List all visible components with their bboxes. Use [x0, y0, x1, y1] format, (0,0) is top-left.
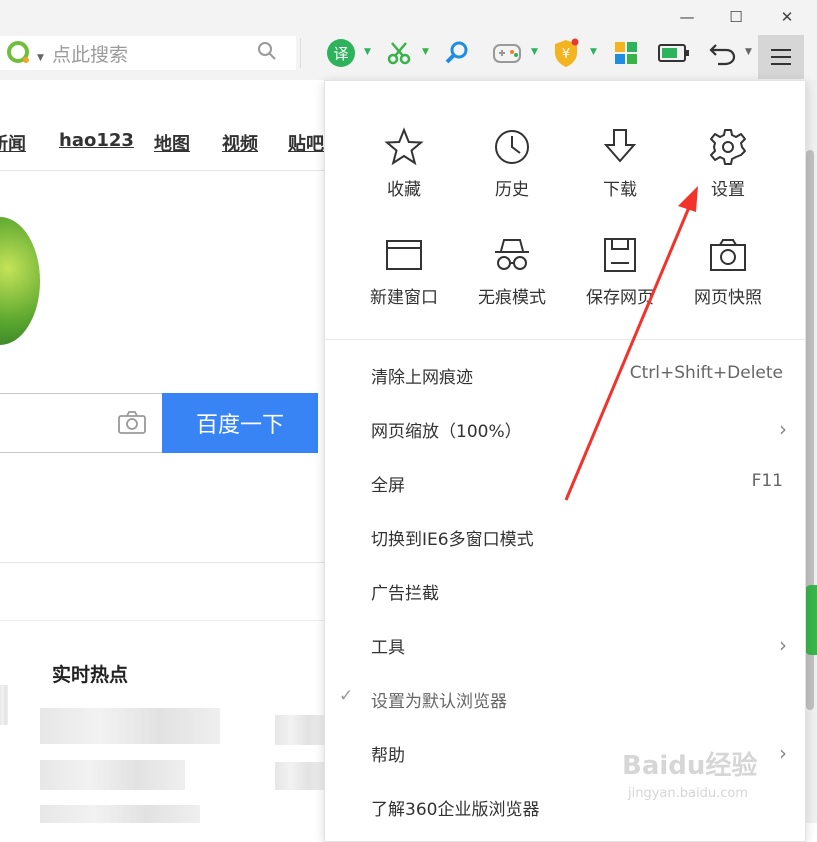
watermark-url: jingyan.baidu.com [628, 786, 748, 801]
annotation-arrow [564, 186, 698, 501]
baidu-jingyan-watermark: Baidu经验 [622, 751, 758, 781]
